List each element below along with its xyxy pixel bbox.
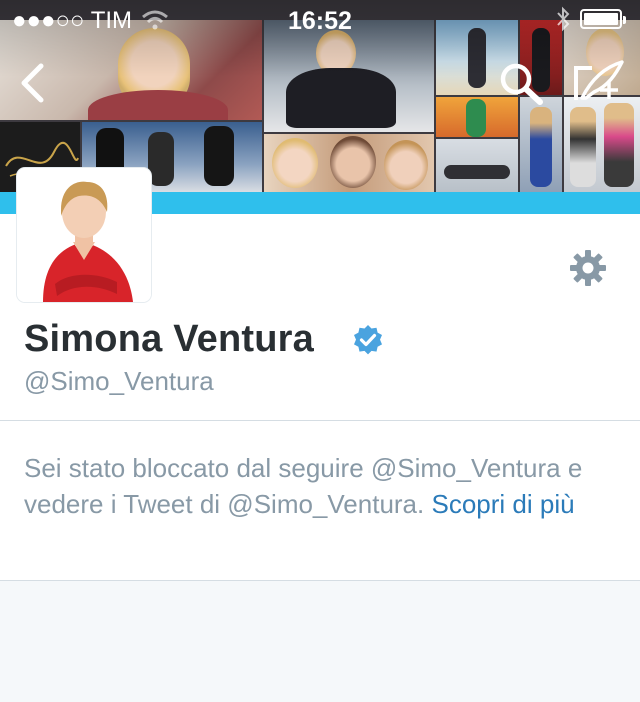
gear-icon [570, 250, 606, 286]
status-time: 16:52 [288, 7, 352, 35]
ios-status-bar: ●●●○○ TIM 16:52 [0, 0, 640, 40]
chevron-left-icon [21, 63, 44, 103]
battery-icon [580, 9, 626, 29]
carrier-signal: ●●●○○ TIM [12, 7, 133, 34]
bluetooth-icon [557, 6, 570, 32]
back-button[interactable] [14, 60, 54, 106]
learn-more-link[interactable]: Scopri di più [431, 489, 574, 519]
profile-name: Simona Ventura [24, 318, 314, 360]
compose-tweet-button[interactable] [572, 58, 628, 106]
verified-badge [352, 324, 384, 361]
wifi-icon [142, 10, 168, 30]
profile-handle: @Simo_Ventura [24, 366, 214, 396]
blocked-notice-text: Sei stato bloccato dal seguire @Simo_Ven… [24, 450, 624, 522]
avatar-photo [17, 168, 151, 302]
profile-avatar[interactable] [17, 168, 151, 302]
divider [0, 580, 640, 581]
search-icon [500, 63, 543, 105]
search-button[interactable] [496, 60, 546, 106]
verified-badge-icon [354, 325, 382, 355]
compose-tweet-icon [574, 60, 624, 100]
settings-button[interactable] [568, 248, 608, 293]
